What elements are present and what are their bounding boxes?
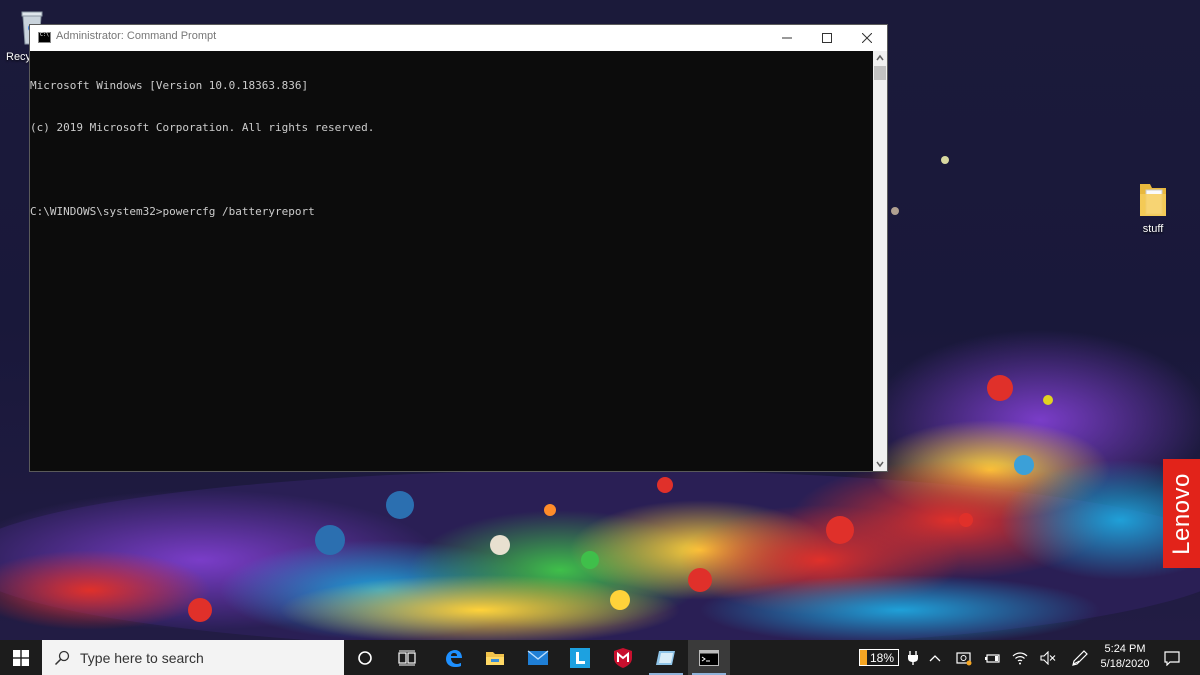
stuff-folder-label: stuff [1142, 223, 1164, 235]
start-button[interactable] [0, 640, 42, 675]
cmd-taskbar-button[interactable] [688, 640, 730, 675]
chevron-up-icon [876, 54, 884, 61]
volume-tray-button[interactable] [1034, 640, 1062, 675]
file-explorer-taskbar-button[interactable] [474, 640, 516, 675]
windows-logo-icon [13, 649, 29, 666]
lenovo-brand-tag: Lenovo [1163, 459, 1200, 568]
mcafee-taskbar-button[interactable] [602, 640, 644, 675]
clock-time: 5:24 PM [1104, 643, 1146, 655]
maximize-button[interactable] [807, 25, 847, 51]
battery-percentage-badge[interactable]: 18% [859, 649, 899, 666]
task-view-icon [398, 650, 416, 665]
taskbar-clock[interactable]: 5:24 PM 5/18/2020 [1096, 642, 1154, 674]
pen-app-taskbar-button[interactable] [645, 640, 687, 675]
pen-workspace-tray-button[interactable] [1066, 640, 1094, 675]
lenovo-logo-text: Lenovo [1167, 472, 1195, 555]
camera-icon [956, 651, 972, 665]
action-center-button[interactable] [1157, 640, 1187, 675]
console-prompt-line: C:\WINDOWS\system32>powercfg /batteryrep… [30, 205, 315, 218]
close-icon [862, 33, 872, 43]
scroll-up-button[interactable] [873, 51, 887, 65]
scroll-thumb[interactable] [874, 66, 886, 80]
console-output[interactable]: Microsoft Windows [Version 10.0.18363.83… [30, 51, 873, 471]
battery-tray-button[interactable] [978, 640, 1006, 675]
scroll-down-button[interactable] [873, 457, 887, 471]
pen-app-icon [656, 650, 675, 665]
power-plug-icon [908, 650, 918, 665]
vertical-scrollbar[interactable] [873, 51, 887, 471]
close-button[interactable] [847, 25, 887, 51]
mcafee-icon [614, 647, 632, 668]
wifi-icon [1012, 651, 1028, 664]
folder-icon [1140, 184, 1166, 216]
mail-icon [527, 649, 549, 665]
console-line: (c) 2019 Microsoft Corporation. All righ… [30, 121, 375, 134]
stuff-folder-desktop-icon[interactable]: stuff [1128, 180, 1178, 235]
search-icon [54, 650, 70, 665]
chevron-down-icon [876, 461, 884, 468]
recycle-bin-label: Recy [6, 51, 32, 63]
edge-taskbar-button[interactable] [432, 640, 474, 675]
edge-icon [446, 649, 462, 667]
task-view-button[interactable] [386, 640, 428, 675]
chevron-up-icon [929, 654, 941, 661]
maximize-icon [822, 33, 832, 43]
battery-icon [985, 653, 1000, 663]
battery-percentage-text: 18% [869, 650, 895, 665]
cmd-icon [699, 649, 719, 666]
cortana-button[interactable] [344, 640, 386, 675]
window-title: Administrator: Command Prompt [56, 30, 217, 42]
webcam-tray-button[interactable] [950, 640, 978, 675]
cmd-app-icon[interactable] [38, 32, 51, 43]
pen-icon [1072, 649, 1088, 666]
file-explorer-icon [486, 651, 504, 665]
taskbar-search-box[interactable] [42, 640, 344, 675]
notification-icon [1164, 650, 1180, 666]
mail-taskbar-button[interactable] [517, 640, 559, 675]
minimize-button[interactable] [767, 25, 807, 51]
command-prompt-window[interactable]: Administrator: Command Prompt Microsoft … [29, 24, 888, 472]
l-app-taskbar-button[interactable] [559, 640, 601, 675]
window-titlebar[interactable]: Administrator: Command Prompt [30, 25, 887, 51]
wifi-tray-button[interactable] [1006, 640, 1034, 675]
minimize-icon [782, 37, 792, 39]
search-input[interactable] [78, 648, 332, 667]
volume-muted-icon [1040, 650, 1056, 665]
clock-date: 5/18/2020 [1100, 658, 1150, 670]
l-app-icon [570, 647, 590, 668]
show-hidden-icons-button[interactable] [921, 640, 949, 675]
cortana-icon [358, 650, 372, 665]
console-line: Microsoft Windows [Version 10.0.18363.83… [30, 79, 309, 92]
